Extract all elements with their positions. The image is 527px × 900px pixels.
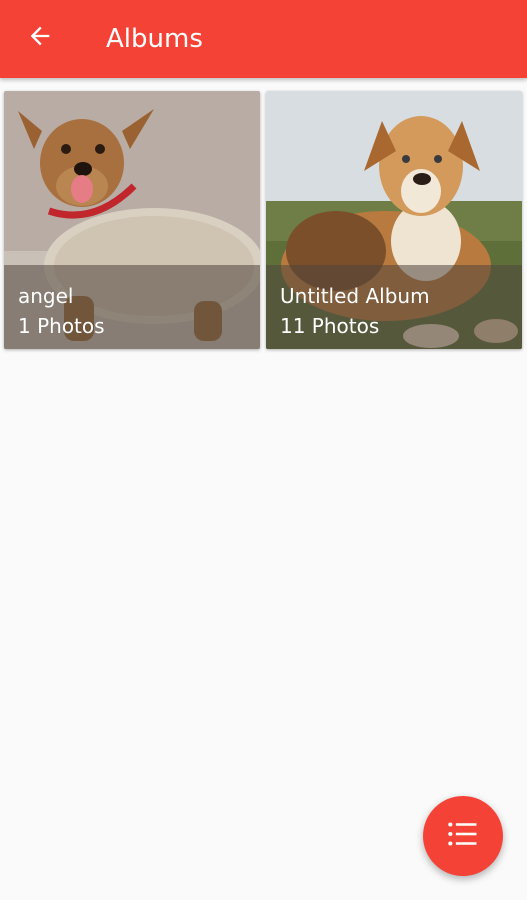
list-icon [444, 815, 482, 857]
album-card-untitled[interactable]: Untitled Album 11 Photos [266, 91, 522, 349]
album-name: angel [18, 284, 74, 308]
page-title: Albums [106, 24, 203, 54]
app-bar: Albums [0, 0, 527, 78]
back-button[interactable] [18, 18, 62, 58]
album-card-angel[interactable]: angel 1 Photos [4, 91, 260, 349]
album-caption: angel 1 Photos [4, 265, 260, 349]
arrow-back-icon [26, 22, 54, 54]
album-photo-count: 11 Photos [280, 314, 380, 338]
album-caption: Untitled Album 11 Photos [266, 265, 522, 349]
album-photo-count: 1 Photos [18, 314, 105, 338]
album-name: Untitled Album [280, 284, 430, 308]
view-list-fab[interactable] [423, 796, 503, 876]
